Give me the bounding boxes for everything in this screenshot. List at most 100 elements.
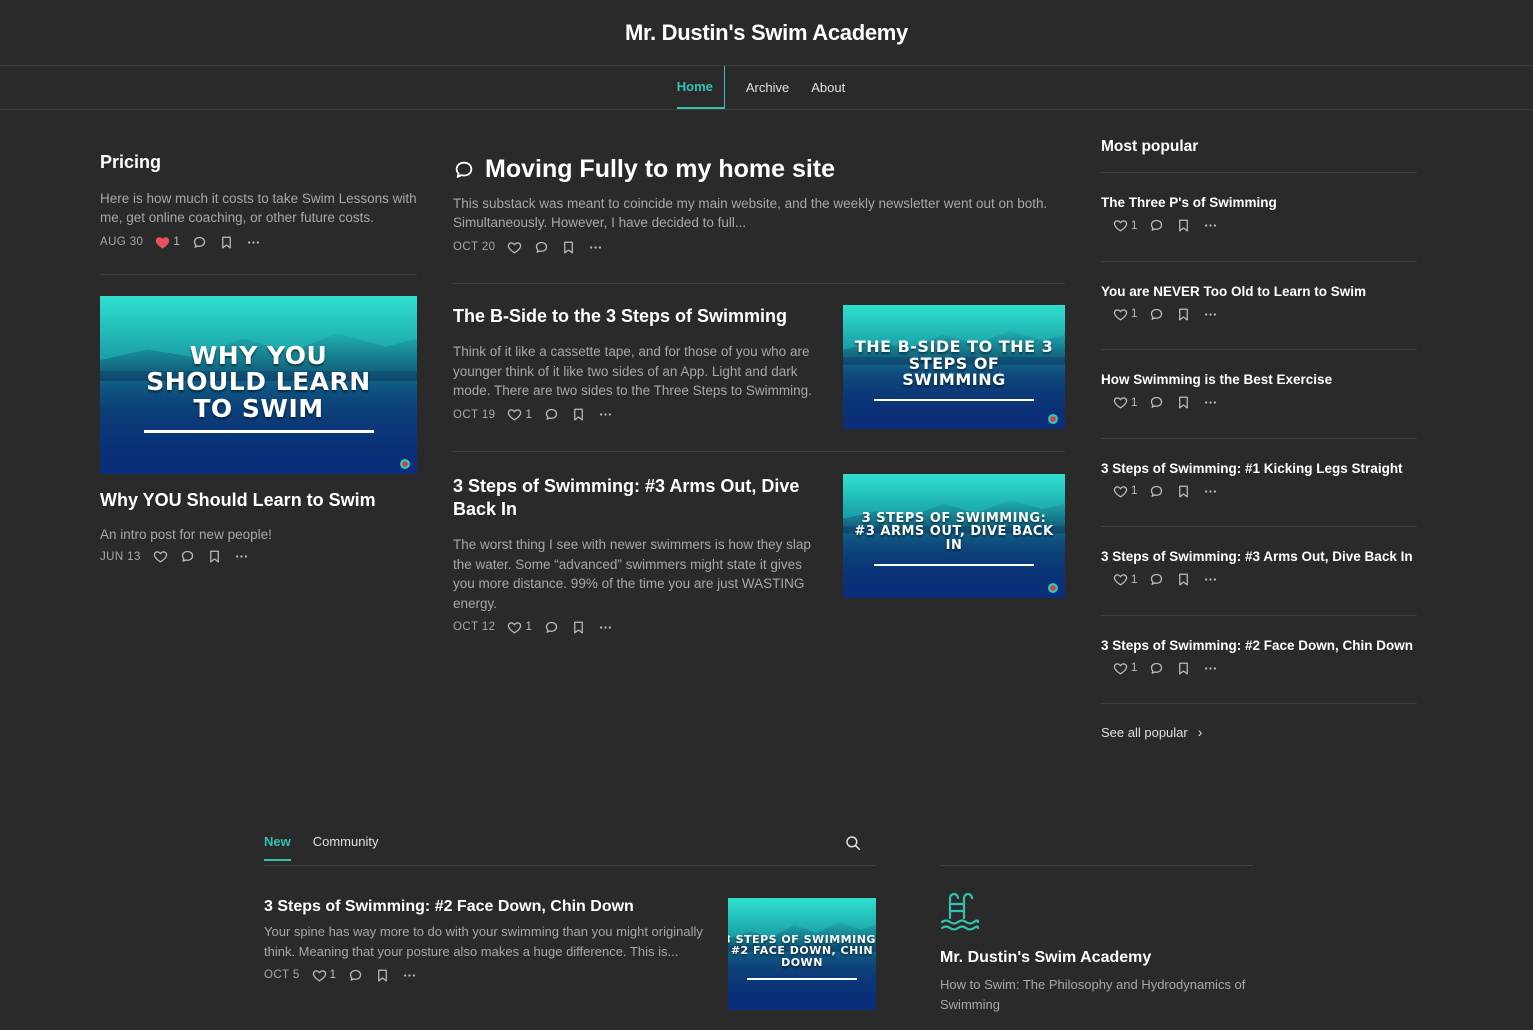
popular-item-title[interactable]: How Swimming is the Best Exercise xyxy=(1101,372,1417,387)
see-all-label: See all popular xyxy=(1101,724,1188,740)
like-button[interactable]: 1 xyxy=(507,620,532,635)
nav-about[interactable]: About xyxy=(800,66,856,109)
tab-new[interactable]: New xyxy=(264,834,291,861)
comment-icon[interactable] xyxy=(544,407,559,422)
post-title[interactable]: 3 Steps of Swimming: #3 Arms Out, Dive B… xyxy=(453,475,813,521)
more-icon[interactable] xyxy=(234,549,249,564)
more-icon[interactable] xyxy=(598,407,613,422)
site-title[interactable]: Mr. Dustin's Swim Academy xyxy=(625,20,908,46)
post-date: OCT 20 xyxy=(453,241,496,253)
comment-icon[interactable] xyxy=(1149,395,1164,410)
post-title[interactable]: Why YOU Should Learn to Swim xyxy=(100,490,417,511)
like-button[interactable]: 1 xyxy=(1113,218,1137,233)
popular-item-title[interactable]: 3 Steps of Swimming: #3 Arms Out, Dive B… xyxy=(1101,549,1417,564)
post-title[interactable]: 3 Steps of Swimming: #2 Face Down, Chin … xyxy=(264,898,704,916)
divider xyxy=(453,451,1065,452)
post-meta: 1 xyxy=(1101,484,1417,499)
thumbnail-text: 3 STEPS OF SWIMMING: #3 ARMS OUT, DIVE B… xyxy=(854,510,1054,553)
like-count: 1 xyxy=(1131,662,1138,674)
heart-filled-icon xyxy=(155,235,170,250)
post-thumbnail-arms[interactable]: 3 STEPS OF SWIMMING: #3 ARMS OUT, DIVE B… xyxy=(843,474,1065,598)
comment-icon[interactable] xyxy=(1149,572,1164,587)
tab-community[interactable]: Community xyxy=(313,834,379,861)
post-title[interactable]: Moving Fully to my home site xyxy=(485,155,835,184)
nav-home[interactable]: Home xyxy=(676,66,725,109)
comment-icon[interactable] xyxy=(1149,484,1164,499)
more-icon[interactable] xyxy=(1203,572,1218,587)
like-button[interactable]: 1 xyxy=(1113,661,1137,676)
post-thumbnail-why-you[interactable]: WHY YOU SHOULD LEARN TO SWIM xyxy=(100,296,417,474)
see-all-popular-link[interactable]: See all popular › xyxy=(1101,724,1417,740)
popular-item-title[interactable]: 3 Steps of Swimming: #1 Kicking Legs Str… xyxy=(1101,461,1417,476)
heart-icon[interactable] xyxy=(153,549,168,564)
post-title[interactable]: The B-Side to the 3 Steps of Swimming xyxy=(453,306,813,327)
post-date: OCT 5 xyxy=(264,969,300,981)
post-meta: JUN 13 xyxy=(100,548,417,566)
more-icon[interactable] xyxy=(1203,395,1218,410)
more-icon[interactable] xyxy=(246,235,261,250)
post-bside: The B-Side to the 3 Steps of Swimming Th… xyxy=(453,306,813,424)
post-title[interactable]: Pricing xyxy=(100,152,417,173)
post-thumbnail-bside[interactable]: THE B-SIDE TO THE 3 STEPS OF SWIMMING xyxy=(843,305,1065,429)
more-icon[interactable] xyxy=(1203,661,1218,676)
publication-name[interactable]: Mr. Dustin's Swim Academy xyxy=(940,949,1253,967)
heart-icon xyxy=(1113,395,1128,410)
thumbnail-text: WHY YOU SHOULD LEARN TO SWIM xyxy=(146,341,371,423)
bookmark-icon[interactable] xyxy=(375,968,390,983)
like-button[interactable]: 1 xyxy=(1113,484,1137,499)
bookmark-icon[interactable] xyxy=(1176,484,1191,499)
bookmark-icon[interactable] xyxy=(1176,218,1191,233)
more-icon[interactable] xyxy=(1203,484,1218,499)
bookmark-icon[interactable] xyxy=(1176,572,1191,587)
more-icon[interactable] xyxy=(402,968,417,983)
more-icon[interactable] xyxy=(588,240,603,255)
logo-icon xyxy=(399,458,411,470)
comment-icon[interactable] xyxy=(534,240,549,255)
bookmark-icon[interactable] xyxy=(571,620,586,635)
popular-item: 3 Steps of Swimming: #2 Face Down, Chin … xyxy=(1101,614,1417,704)
bookmark-icon[interactable] xyxy=(571,407,586,422)
bookmark-icon[interactable] xyxy=(219,235,234,250)
site-header: Mr. Dustin's Swim Academy xyxy=(0,0,1533,66)
like-button[interactable]: 1 xyxy=(507,407,532,422)
heart-icon xyxy=(1113,572,1128,587)
comment-icon[interactable] xyxy=(1149,218,1164,233)
nav-archive[interactable]: Archive xyxy=(735,66,800,109)
popular-item-title[interactable]: You are NEVER Too Old to Learn to Swim xyxy=(1101,284,1417,299)
bookmark-icon[interactable] xyxy=(1176,395,1191,410)
heart-icon xyxy=(1113,661,1128,676)
like-button[interactable]: 1 xyxy=(155,235,180,250)
bookmark-icon[interactable] xyxy=(1176,307,1191,322)
comment-icon[interactable] xyxy=(1149,307,1164,322)
comment-icon[interactable] xyxy=(180,549,195,564)
popular-item-title[interactable]: 3 Steps of Swimming: #2 Face Down, Chin … xyxy=(1101,638,1417,653)
heart-icon xyxy=(1113,484,1128,499)
search-icon[interactable] xyxy=(844,834,862,852)
post-meta: OCT 19 1 xyxy=(453,406,813,424)
comment-icon[interactable] xyxy=(1149,661,1164,676)
thumbnail-text: THE B-SIDE TO THE 3 STEPS OF SWIMMING xyxy=(854,336,1054,390)
popular-item: You are NEVER Too Old to Learn to Swim 1 xyxy=(1101,260,1417,350)
post-date: OCT 12 xyxy=(453,621,496,633)
bookmark-icon[interactable] xyxy=(1176,661,1191,676)
more-icon[interactable] xyxy=(1203,218,1218,233)
post-excerpt: An intro post for new people! xyxy=(100,527,272,542)
popular-item: 3 Steps of Swimming: #3 Arms Out, Dive B… xyxy=(1101,526,1417,615)
bookmark-icon[interactable] xyxy=(561,240,576,255)
comment-icon[interactable] xyxy=(348,968,363,983)
like-button[interactable]: 1 xyxy=(1113,307,1137,322)
like-button[interactable]: 1 xyxy=(312,968,337,983)
comment-icon[interactable] xyxy=(544,620,559,635)
like-count: 1 xyxy=(1131,219,1138,232)
post-thumbnail-latest[interactable]: 3 STEPS OF SWIMMING: #2 FACE DOWN, CHIN … xyxy=(728,898,876,1010)
popular-item-title[interactable]: The Three P's of Swimming xyxy=(1101,195,1417,210)
heart-icon[interactable] xyxy=(507,240,522,255)
bookmark-icon[interactable] xyxy=(207,549,222,564)
more-icon[interactable] xyxy=(598,620,613,635)
like-count: 1 xyxy=(173,236,181,248)
like-button[interactable]: 1 xyxy=(1113,572,1137,587)
like-button[interactable]: 1 xyxy=(1113,395,1137,410)
comment-icon[interactable] xyxy=(192,235,207,250)
post-meta: 1 xyxy=(1101,218,1417,233)
more-icon[interactable] xyxy=(1203,307,1218,322)
